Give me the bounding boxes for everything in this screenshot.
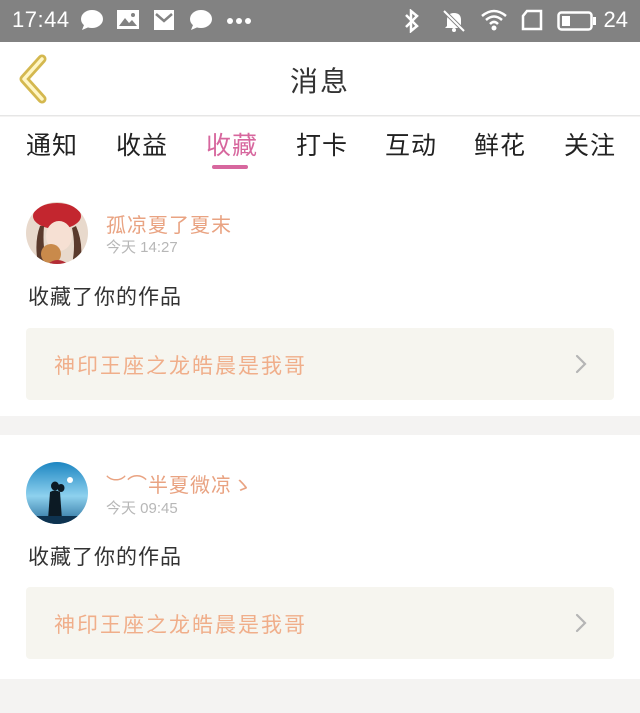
tab-interaction[interactable]: 互动: [385, 126, 437, 162]
work-title: 神印王座之龙皓晨是我哥: [54, 613, 307, 637]
avatar[interactable]: [26, 202, 88, 264]
work-title: 神印王座之龙皓晨是我哥: [54, 354, 307, 378]
tab-flowers[interactable]: 鲜花: [474, 126, 526, 162]
avatar[interactable]: [26, 462, 88, 524]
tab-follow[interactable]: 关注: [564, 126, 616, 162]
message-time: 今天 14:27: [106, 239, 178, 256]
mute-icon: [442, 9, 466, 33]
nav-bar: 消息: [0, 42, 640, 116]
message-action: 收藏了你的作品: [28, 545, 182, 569]
image-icon: [117, 10, 139, 29]
sim-icon: [521, 9, 543, 31]
chevron-right-icon: [575, 354, 587, 374]
message-card: 孤凉夏了夏末 今天 14:27 收藏了你的作品 神印王座之龙皓晨是我哥: [0, 177, 640, 416]
tab-notifications[interactable]: 通知: [26, 126, 78, 162]
wifi-icon: [481, 9, 507, 31]
username[interactable]: 孤凉夏了夏末: [106, 209, 232, 238]
status-bar: 17:44 24: [0, 0, 640, 42]
mail-icon: [154, 10, 174, 30]
tab-earnings[interactable]: 收益: [116, 126, 168, 162]
bluetooth-icon: [405, 9, 419, 33]
more-dots-icon: [227, 18, 251, 24]
work-link[interactable]: 神印王座之龙皓晨是我哥: [26, 328, 614, 400]
message-action: 收藏了你的作品: [28, 285, 182, 309]
username[interactable]: ︶⌒半夏微凉ゝ: [106, 469, 253, 498]
tab-favorites[interactable]: 收藏: [206, 126, 258, 162]
chat-bubble-icon: [190, 10, 212, 30]
status-time: 17:44: [12, 7, 70, 32]
work-link[interactable]: 神印王座之龙皓晨是我哥: [26, 587, 614, 659]
tab-checkin[interactable]: 打卡: [296, 126, 348, 162]
chat-bubble-icon: [81, 10, 103, 30]
active-tab-indicator: [212, 165, 248, 169]
battery-level: 24: [603, 7, 628, 32]
chevron-right-icon: [575, 613, 587, 633]
page-title: 消息: [289, 65, 350, 98]
tab-bar: 通知 收益 收藏 打卡 互动 鲜花 关注: [0, 117, 640, 177]
message-card: ︶⌒半夏微凉ゝ 今天 09:45 收藏了你的作品 神印王座之龙皓晨是我哥: [0, 435, 640, 679]
message-time: 今天 09:45: [106, 500, 178, 517]
battery-icon: [557, 11, 596, 31]
